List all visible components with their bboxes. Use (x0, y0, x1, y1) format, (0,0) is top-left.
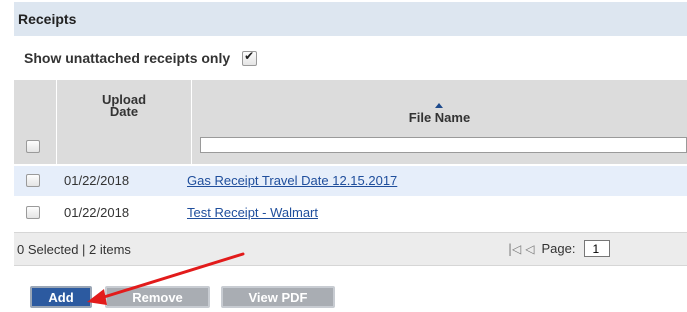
file-name-label: File Name (408, 110, 471, 125)
grid-footer: 0 Selected | 2 items |◁ ◁ Page: (14, 232, 687, 266)
column-header-file-name[interactable]: File Name (192, 80, 687, 164)
row-upload-date: 01/22/2018 (64, 173, 130, 188)
file-name-header-text: File Name (192, 103, 687, 125)
file-name-header-wrap: File Name (408, 103, 471, 125)
row-checkbox[interactable] (26, 206, 40, 219)
receipts-panel-header: Receipts (14, 2, 687, 36)
previous-page-icon[interactable]: ◁ (525, 242, 534, 256)
file-name-filter-input[interactable] (200, 137, 687, 153)
row-checkbox[interactable] (26, 174, 40, 187)
unattached-filter: Show unattached receipts only (24, 46, 258, 70)
pager: |◁ ◁ Page: (508, 240, 610, 257)
row-file-name-link[interactable]: Test Receipt - Walmart (187, 205, 318, 220)
unattached-label: Show unattached receipts only (24, 50, 231, 66)
select-column-header (14, 80, 57, 164)
page-number-input[interactable] (583, 240, 610, 257)
add-button[interactable]: Add (30, 286, 92, 308)
row-file-name-link[interactable]: Gas Receipt Travel Date 12.15.2017 (187, 173, 397, 188)
first-page-icon[interactable]: |◁ (508, 242, 521, 256)
page-label: Page: (541, 241, 576, 256)
selection-summary: 0 Selected | 2 items (17, 242, 131, 257)
upload-date-label: Upload Date (57, 93, 191, 119)
unattached-checkbox[interactable] (242, 49, 258, 66)
remove-button[interactable]: Remove (105, 286, 210, 308)
table-row[interactable]: 01/22/2018 Gas Receipt Travel Date 12.15… (14, 166, 687, 196)
table-row[interactable]: 01/22/2018 Test Receipt - Walmart (14, 198, 687, 228)
column-header-upload-date[interactable]: Upload Date (57, 80, 192, 164)
select-all-checkbox[interactable] (26, 140, 40, 153)
view-pdf-button[interactable]: View PDF (221, 286, 335, 308)
panel-title: Receipts (18, 11, 77, 27)
sort-ascending-icon (435, 103, 444, 108)
row-upload-date: 01/22/2018 (64, 205, 130, 220)
upload-date-label-line2: Date (109, 104, 139, 119)
grid-header: Upload Date File Name (14, 80, 687, 164)
